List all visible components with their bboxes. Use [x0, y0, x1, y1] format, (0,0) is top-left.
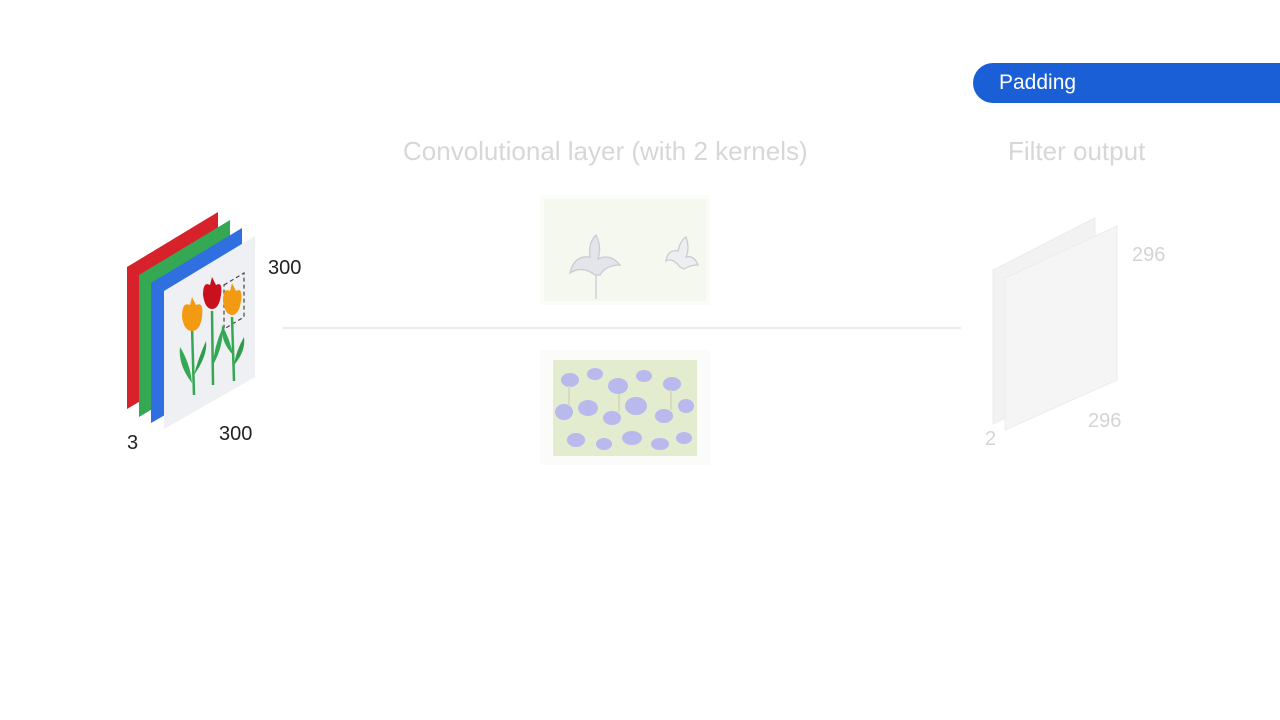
- kernel-divider: [283, 327, 961, 329]
- input-height-label: 300: [268, 257, 302, 279]
- output-volume: [992, 217, 1118, 431]
- kernel-image-2: [540, 350, 710, 465]
- conv-layer-heading: Convolutional layer (with 2 kernels): [403, 136, 808, 166]
- output-width-label: 296: [1088, 410, 1122, 432]
- input-image-volume: [127, 212, 255, 429]
- input-depth-label: 3: [127, 432, 139, 454]
- kernel-image-1: [540, 195, 710, 305]
- output-height-label: 296: [1132, 244, 1166, 266]
- input-width-label: 300: [219, 423, 253, 445]
- output-depth-label: 2: [985, 428, 997, 450]
- padding-label: Padding: [999, 71, 1077, 94]
- padding-badge: Padding: [973, 63, 1280, 103]
- filter-output-heading: Filter output: [1008, 136, 1146, 166]
